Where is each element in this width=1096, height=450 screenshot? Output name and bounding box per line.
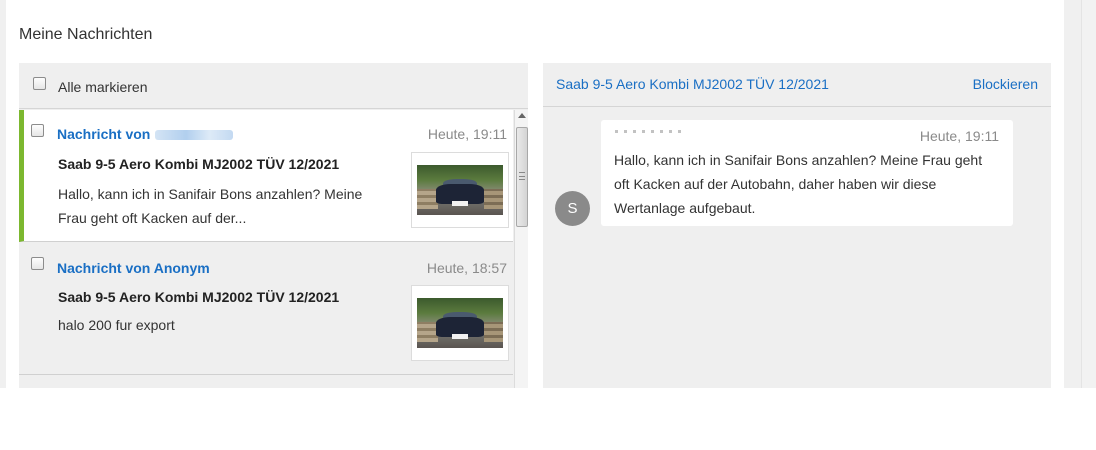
page-right-rail [1081,0,1096,388]
avatar: S [555,191,590,226]
message-item[interactable]: Nachricht von Heute, 19:11 Saab 9-5 Aero… [19,110,513,242]
message-item[interactable]: Nachricht von Anonym Heute, 18:57 Saab 9… [19,242,513,375]
message-bubble: Heute, 19:11 Hallo, kann ich in Sanifair… [601,120,1013,226]
message-checkbox[interactable] [31,124,44,137]
listing-thumbnail[interactable] [411,152,509,228]
license-plate [452,334,468,339]
messages-panel: Meine Nachrichten Alle markieren Nachric… [6,0,1064,388]
conversation-panel: Saab 9-5 Aero Kombi MJ2002 TÜV 12/2021 B… [543,63,1051,388]
license-plate [452,201,468,206]
list-header: Alle markieren [19,63,528,109]
message-preview: Hallo, kann ich in Sanifair Bons anzahle… [58,186,363,226]
select-all-label[interactable]: Alle markieren [58,79,147,95]
message-list: Alle markieren Nachricht von Heute, 19:1… [19,63,528,388]
grip-icon [519,172,525,180]
wood-stack-right [484,189,503,209]
page-title: Meine Nachrichten [19,26,153,43]
wood-stack-left [417,322,438,342]
message-preview: halo 200 fur export [58,317,175,333]
car-photo [417,298,503,348]
car-photo [417,165,503,215]
page-background: Meine Nachrichten Alle markieren Nachric… [0,0,1096,388]
conversation-header: Saab 9-5 Aero Kombi MJ2002 TÜV 12/2021 B… [543,63,1051,107]
scroll-thumb[interactable] [516,127,528,227]
message-subject: Saab 9-5 Aero Kombi MJ2002 TÜV 12/2021 [58,156,340,172]
message-checkbox[interactable] [31,257,44,270]
sender-prefix: Nachricht von [57,126,151,142]
list-scrollbar[interactable] [514,110,528,388]
bubble-text: Hallo, kann ich in Sanifair Bons anzahle… [614,152,983,216]
sender-name-redacted [615,130,683,133]
message-time: Heute, 18:57 [426,260,507,276]
listing-thumbnail[interactable] [411,285,509,361]
message-sender[interactable]: Nachricht von [57,126,234,142]
bubble-time: Heute, 19:11 [919,128,999,144]
message-time: Heute, 19:11 [427,126,507,142]
wood-stack-left [417,189,438,209]
conversation-title[interactable]: Saab 9-5 Aero Kombi MJ2002 TÜV 12/2021 [556,76,829,92]
message-sender[interactable]: Nachricht von Anonym [57,260,210,276]
message-subject: Saab 9-5 Aero Kombi MJ2002 TÜV 12/2021 [58,289,340,305]
wood-stack-right [484,322,503,342]
sender-name-redacted [155,130,234,141]
block-button[interactable]: Blockieren [973,76,1038,92]
scroll-up-arrow-icon[interactable] [518,113,526,118]
select-all-checkbox[interactable] [33,77,46,90]
